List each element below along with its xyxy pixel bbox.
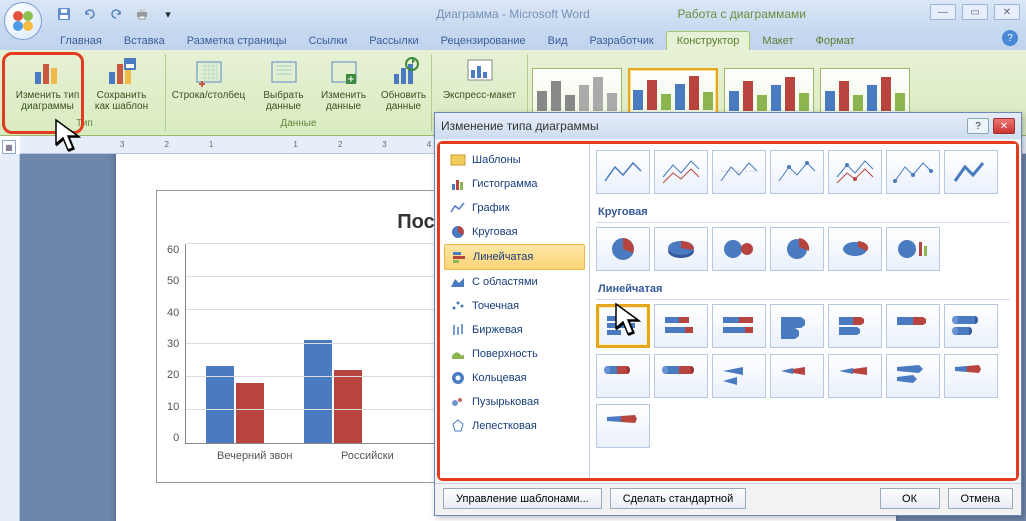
cat-bar[interactable]: Линейчатая bbox=[444, 244, 585, 270]
dialog-help-button[interactable]: ? bbox=[967, 118, 989, 134]
tab-home[interactable]: Главная bbox=[50, 32, 112, 50]
titlebar: ▾ Диаграмма - Microsoft Word Работа с ди… bbox=[0, 0, 1026, 28]
cat-bubble[interactable]: Пузырьковая bbox=[444, 390, 585, 414]
edit-data-button[interactable]: Изменить данные bbox=[316, 54, 372, 112]
gallery-item[interactable] bbox=[770, 150, 824, 194]
gallery-item[interactable] bbox=[654, 354, 708, 398]
gallery-item[interactable] bbox=[886, 150, 940, 194]
dialog-category-list: Шаблоны Гистограмма График Круговая Лине… bbox=[440, 144, 590, 478]
gallery-item[interactable] bbox=[944, 150, 998, 194]
save-as-template-button[interactable]: Сохранить как шаблон bbox=[87, 54, 157, 112]
cat-scatter[interactable]: Точечная bbox=[444, 294, 585, 318]
refresh-data-button[interactable]: Обновить данные bbox=[376, 54, 432, 112]
gallery-item[interactable] bbox=[654, 304, 708, 348]
chart-style-1[interactable] bbox=[532, 68, 622, 118]
gallery-item[interactable] bbox=[596, 354, 650, 398]
window-title: Диаграмма - Microsoft Word bbox=[436, 7, 590, 21]
gallery-item[interactable] bbox=[654, 227, 708, 271]
chart-y-axis: 6050403020100 bbox=[167, 244, 185, 444]
tab-review[interactable]: Рецензирование bbox=[431, 32, 536, 50]
set-as-default-button[interactable]: Сделать стандартной bbox=[610, 488, 747, 509]
print-icon[interactable] bbox=[132, 4, 152, 24]
gallery-item[interactable] bbox=[654, 150, 708, 194]
gallery-item[interactable] bbox=[770, 354, 824, 398]
cat-area[interactable]: С областями bbox=[444, 270, 585, 294]
tab-insert[interactable]: Вставка bbox=[114, 32, 175, 50]
page-indicator-icon[interactable]: ▦ bbox=[2, 140, 16, 154]
gallery-item[interactable] bbox=[828, 227, 882, 271]
maximize-button[interactable]: ▭ bbox=[962, 4, 988, 20]
gallery-item[interactable] bbox=[596, 227, 650, 271]
dialog-titlebar: Изменение типа диаграммы ? ✕ bbox=[435, 113, 1021, 139]
gallery-item[interactable] bbox=[712, 354, 766, 398]
gallery-section-pie: Круговая bbox=[596, 200, 1010, 223]
chart-style-4[interactable] bbox=[820, 68, 910, 118]
select-data-button[interactable]: Выбрать данные bbox=[256, 54, 312, 112]
dialog-gallery: Круговая Линейчатая bbox=[590, 144, 1016, 478]
tab-mailings[interactable]: Рассылки bbox=[359, 32, 428, 50]
tab-chart-design[interactable]: Конструктор bbox=[666, 31, 751, 50]
ribbon-group-data-label: Данные bbox=[280, 118, 316, 129]
save-icon[interactable] bbox=[54, 4, 74, 24]
ok-button[interactable]: ОК bbox=[880, 488, 940, 509]
gallery-item[interactable] bbox=[886, 227, 940, 271]
redo-icon[interactable] bbox=[106, 4, 126, 24]
tab-references[interactable]: Ссылки bbox=[299, 32, 358, 50]
minimize-button[interactable]: — bbox=[930, 4, 956, 20]
gallery-line-row bbox=[596, 150, 1010, 194]
dialog-title: Изменение типа диаграммы bbox=[441, 119, 599, 133]
gallery-item[interactable] bbox=[886, 354, 940, 398]
quick-layout-button[interactable]: Экспресс-макет bbox=[435, 54, 525, 101]
context-tab-title: Работа с диаграммами bbox=[678, 7, 807, 21]
cat-radar[interactable]: Лепестковая bbox=[444, 414, 585, 438]
manage-templates-button[interactable]: Управление шаблонами... bbox=[443, 488, 602, 509]
switch-row-column-button[interactable]: Строка/столбец bbox=[166, 54, 252, 112]
undo-icon[interactable] bbox=[80, 4, 100, 24]
tab-page-layout[interactable]: Разметка страницы bbox=[177, 32, 297, 50]
chart-style-2[interactable] bbox=[628, 68, 718, 118]
gallery-item[interactable] bbox=[828, 150, 882, 194]
gallery-item[interactable] bbox=[886, 304, 940, 348]
chart-style-3[interactable] bbox=[724, 68, 814, 118]
gallery-item[interactable] bbox=[770, 227, 824, 271]
ribbon-group-type-label: Тип bbox=[76, 118, 93, 129]
gallery-item[interactable] bbox=[828, 304, 882, 348]
ribbon-tabs: Главная Вставка Разметка страницы Ссылки… bbox=[0, 28, 1026, 50]
cat-surface[interactable]: Поверхность bbox=[444, 342, 585, 366]
tab-chart-layout[interactable]: Макет bbox=[752, 32, 803, 50]
cat-line[interactable]: График bbox=[444, 196, 585, 220]
gallery-item[interactable] bbox=[944, 304, 998, 348]
office-button[interactable] bbox=[4, 2, 42, 40]
gallery-item[interactable] bbox=[712, 227, 766, 271]
gallery-item[interactable] bbox=[712, 304, 766, 348]
gallery-item[interactable] bbox=[944, 354, 998, 398]
qat-menu-icon[interactable]: ▾ bbox=[158, 4, 178, 24]
dialog-close-button[interactable]: ✕ bbox=[993, 118, 1015, 134]
gallery-item[interactable] bbox=[770, 304, 824, 348]
tab-chart-format[interactable]: Формат bbox=[806, 32, 865, 50]
cat-column[interactable]: Гистограмма bbox=[444, 172, 585, 196]
gallery-item-selected[interactable] bbox=[596, 304, 650, 348]
cat-templates[interactable]: Шаблоны bbox=[444, 148, 585, 172]
help-icon[interactable]: ? bbox=[1002, 30, 1018, 46]
cat-stock[interactable]: Биржевая bbox=[444, 318, 585, 342]
cat-doughnut[interactable]: Кольцевая bbox=[444, 366, 585, 390]
close-button[interactable]: ✕ bbox=[994, 4, 1020, 20]
tab-developer[interactable]: Разработчик bbox=[580, 32, 664, 50]
quick-access-toolbar: ▾ bbox=[54, 4, 178, 24]
gallery-item[interactable] bbox=[828, 354, 882, 398]
change-chart-type-button[interactable]: Изменить тип диаграммы bbox=[13, 54, 83, 112]
gallery-item[interactable] bbox=[596, 404, 650, 448]
change-chart-type-dialog: Изменение типа диаграммы ? ✕ Шаблоны Гис… bbox=[434, 112, 1022, 516]
gallery-item[interactable] bbox=[596, 150, 650, 194]
gallery-section-bar: Линейчатая bbox=[596, 277, 1010, 300]
dialog-footer: Управление шаблонами... Сделать стандарт… bbox=[435, 483, 1021, 513]
cancel-button[interactable]: Отмена bbox=[948, 488, 1013, 509]
gallery-item[interactable] bbox=[712, 150, 766, 194]
vertical-ruler bbox=[0, 154, 20, 521]
cat-pie[interactable]: Круговая bbox=[444, 220, 585, 244]
tab-view[interactable]: Вид bbox=[538, 32, 578, 50]
